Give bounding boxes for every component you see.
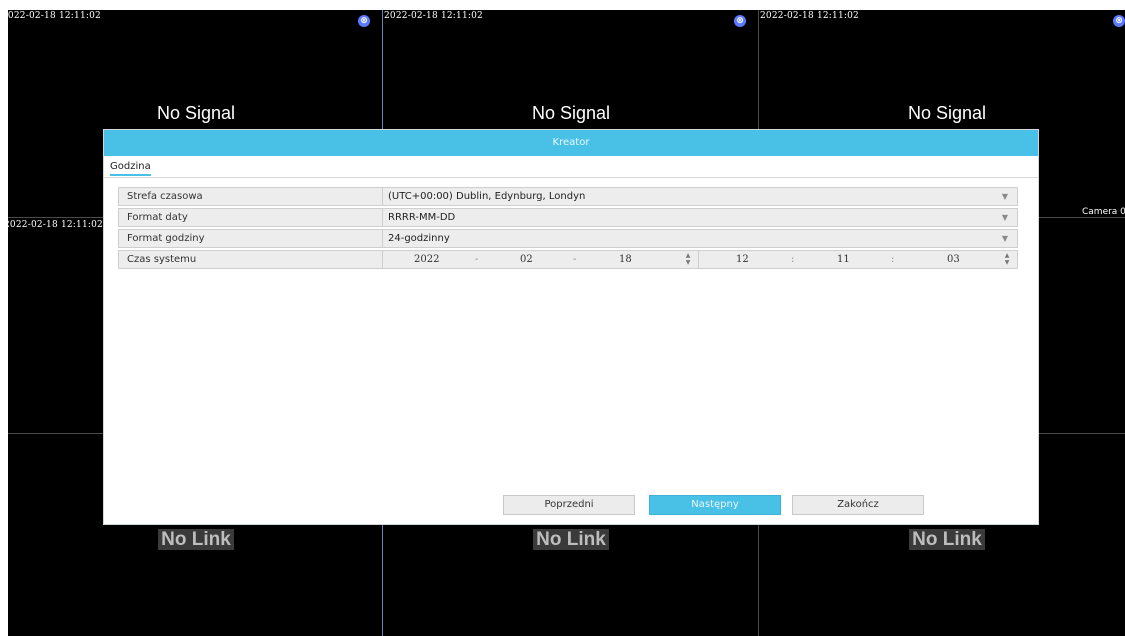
tab-time[interactable]: Godzina — [110, 161, 151, 176]
date-format-label: Format daty — [118, 208, 383, 227]
tab-bar: Godzina — [104, 156, 1038, 178]
date-separator: - — [475, 254, 479, 265]
day-input[interactable]: 18 — [619, 251, 632, 268]
date-stepper[interactable]: 2022 - 02 - 18 ▲ ▼ — [383, 251, 699, 268]
minute-input[interactable]: 11 — [837, 251, 850, 268]
system-time-field: 2022 - 02 - 18 ▲ ▼ 12 : 11 : 03 ▲ ▼ — [383, 250, 1018, 269]
time-format-row: Format godziny 24-godzinny ▼ — [118, 229, 1018, 248]
no-signal-label: No Signal — [531, 103, 611, 123]
system-time-row: Czas systemu 2022 - 02 - 18 ▲ ▼ 12 : 11 :… — [118, 250, 1018, 269]
spinner-icon[interactable]: ▲ ▼ — [1003, 252, 1011, 266]
timezone-value: (UTC+00:00) Dublin, Edynburg, Londyn — [388, 191, 586, 202]
time-format-value: 24-godzinny — [388, 233, 450, 244]
year-input[interactable]: 2022 — [414, 251, 439, 268]
time-format-select[interactable]: 24-godzinny ▼ — [383, 229, 1018, 248]
timezone-row: Strefa czasowa (UTC+00:00) Dublin, Edynb… — [118, 187, 1018, 206]
chevron-down-icon[interactable]: ▼ — [1002, 230, 1008, 247]
month-input[interactable]: 02 — [520, 251, 533, 268]
camera-status-icon[interactable]: ⊗ — [1113, 15, 1125, 27]
timezone-select[interactable]: (UTC+00:00) Dublin, Edynburg, Londyn ▼ — [383, 187, 1018, 206]
date-format-value: RRRR-MM-DD — [388, 212, 456, 223]
wizard-dialog: Kreator Godzina Strefa czasowa (UTC+00:0… — [103, 129, 1039, 525]
channel-timestamp: 2022-02-18 12:11:02 — [760, 11, 859, 21]
camera-name-label: Camera 0 — [1082, 207, 1125, 217]
camera-status-icon[interactable]: ⊗ — [734, 15, 746, 27]
channel-timestamp: 2022-02-18 12:11:02 — [8, 11, 101, 21]
no-signal-label: No Signal — [907, 103, 987, 123]
chevron-down-icon[interactable]: ▼ — [1002, 209, 1008, 226]
channel-timestamp: 2022-02-18 12:11:02 — [8, 220, 103, 230]
previous-button[interactable]: Poprzedni — [503, 495, 635, 515]
dialog-title: Kreator — [104, 130, 1038, 156]
finish-button[interactable]: Zakończ — [792, 495, 924, 515]
second-input[interactable]: 03 — [947, 251, 960, 268]
no-link-label: No Link — [759, 529, 1125, 551]
time-separator: : — [791, 254, 795, 265]
date-separator: - — [573, 254, 577, 265]
timezone-label: Strefa czasowa — [118, 187, 383, 206]
next-button[interactable]: Następny — [649, 495, 781, 515]
spinner-icon[interactable]: ▲ ▼ — [684, 252, 692, 266]
no-link-label: No Link — [383, 529, 759, 551]
channel-timestamp: 2022-02-18 12:11:02 — [384, 11, 483, 21]
system-time-label: Czas systemu — [118, 250, 383, 269]
time-format-label: Format godziny — [118, 229, 383, 248]
chevron-down-icon[interactable]: ▼ — [1002, 188, 1008, 205]
time-settings-form: Strefa czasowa (UTC+00:00) Dublin, Edynb… — [118, 187, 1018, 271]
no-signal-label: No Signal — [156, 103, 236, 123]
date-format-select[interactable]: RRRR-MM-DD ▼ — [383, 208, 1018, 227]
time-stepper[interactable]: 12 : 11 : 03 ▲ ▼ — [699, 251, 1017, 268]
no-link-label: No Link — [8, 529, 384, 551]
date-format-row: Format daty RRRR-MM-DD ▼ — [118, 208, 1018, 227]
camera-status-icon[interactable]: ⊗ — [358, 15, 370, 27]
hour-input[interactable]: 12 — [736, 251, 749, 268]
time-separator: : — [891, 254, 895, 265]
